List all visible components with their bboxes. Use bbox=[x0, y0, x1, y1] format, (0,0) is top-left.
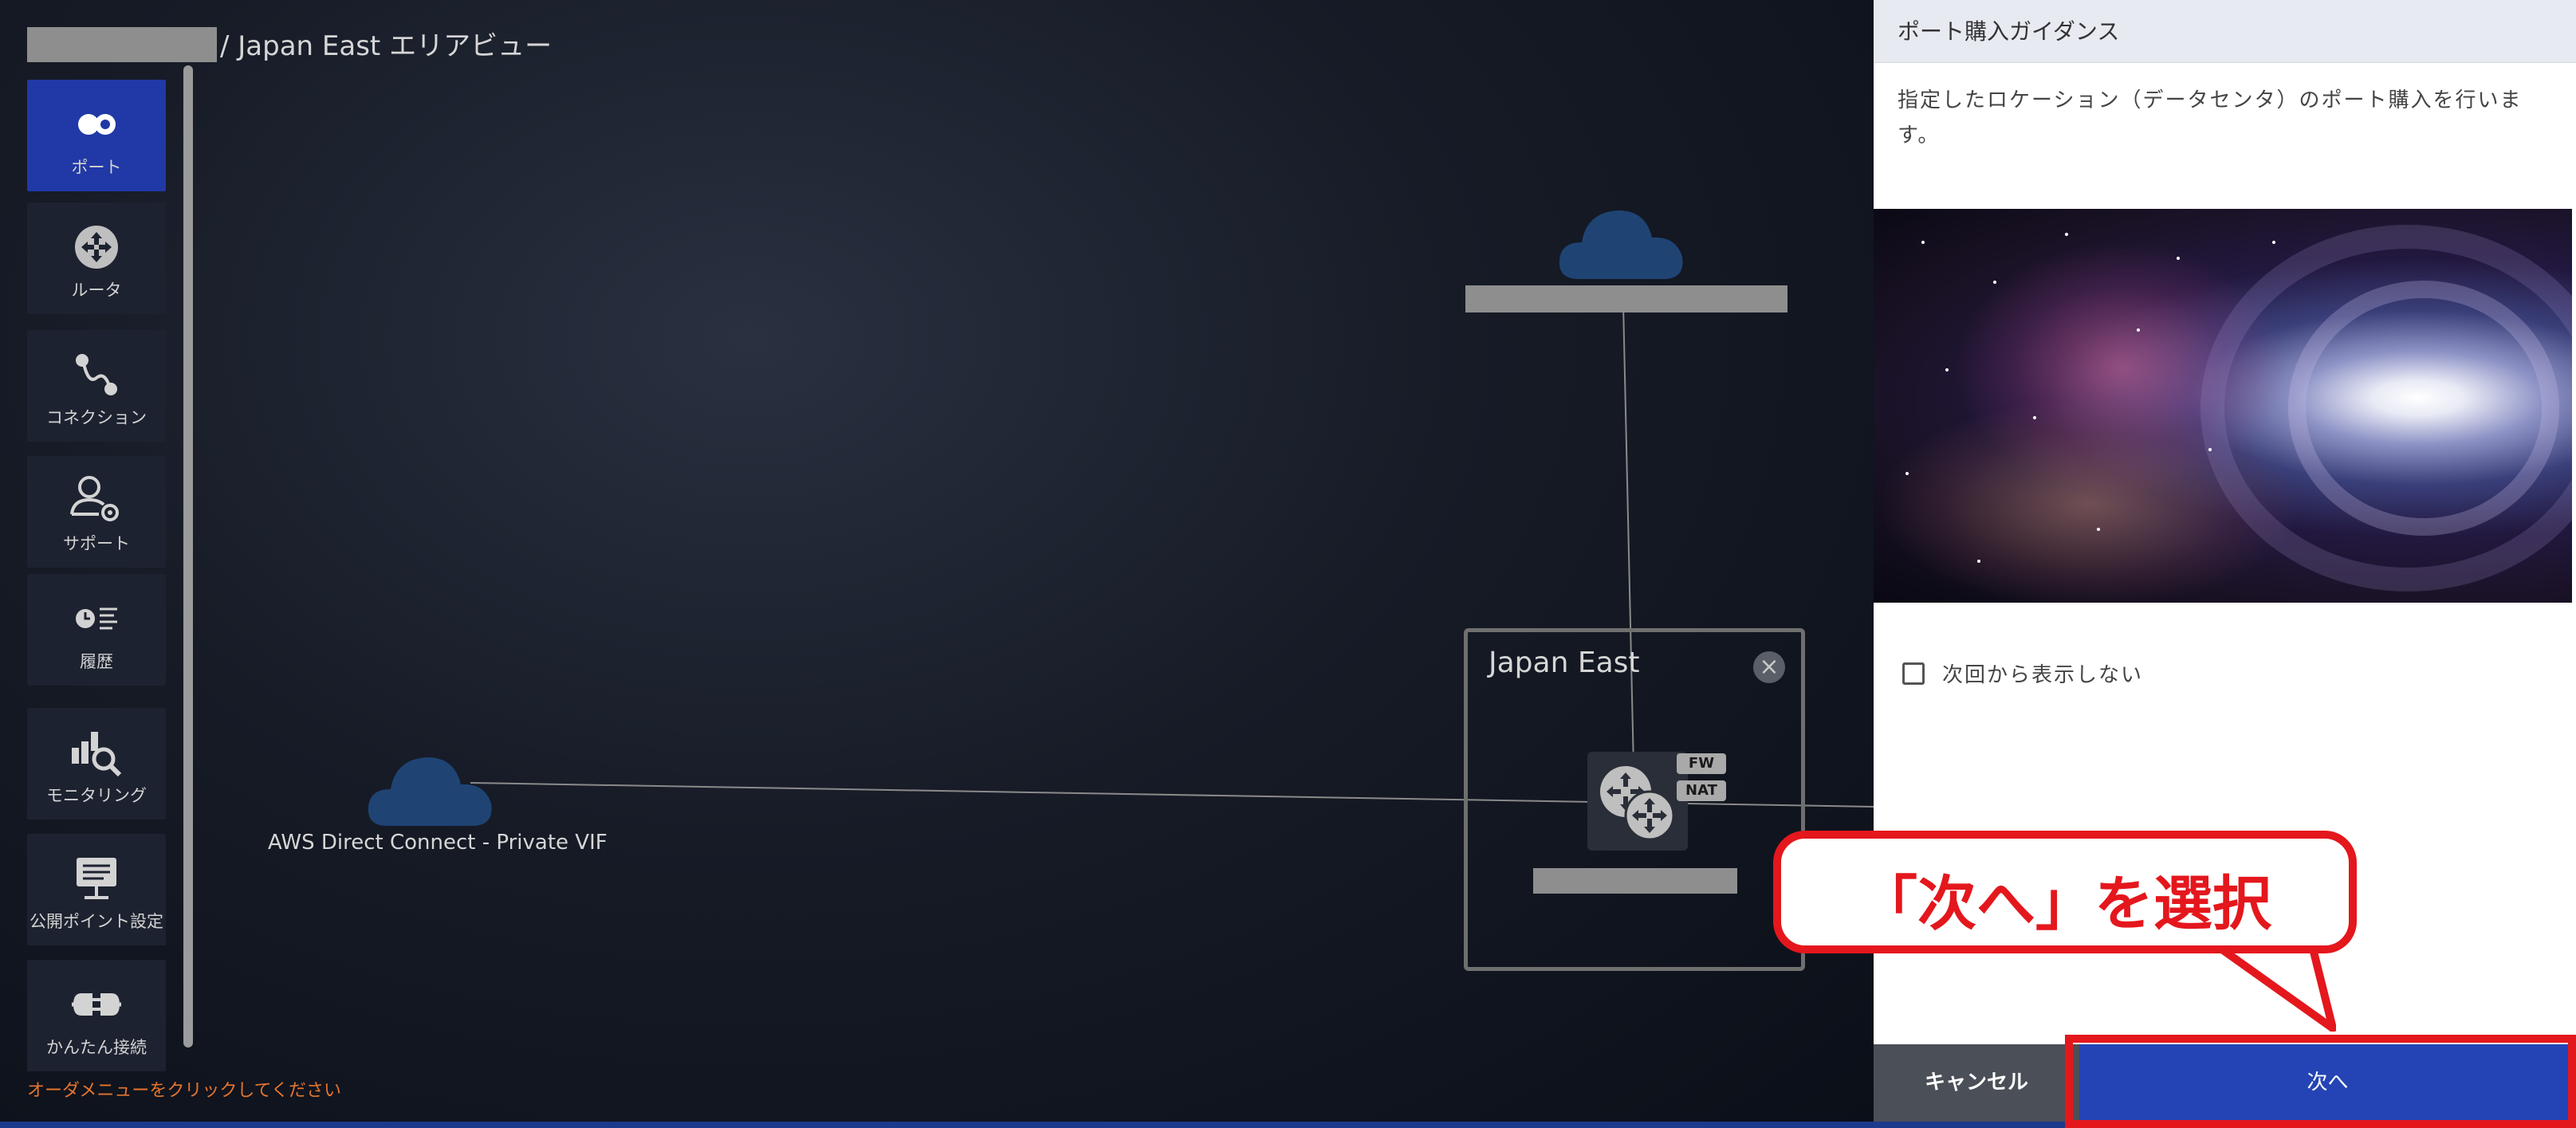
dont-show-again-row[interactable]: 次回から表示しない bbox=[1902, 658, 2143, 688]
panel-description: 指定したロケーション（データセンタ）のポート購入を行います。 bbox=[1898, 88, 2523, 147]
cloud-node-icon[interactable] bbox=[1556, 193, 1687, 284]
dont-show-again-label: 次回から表示しない bbox=[1942, 663, 2144, 687]
cancel-button[interactable]: キャンセル bbox=[1874, 1044, 2079, 1122]
dont-show-again-checkbox[interactable] bbox=[1902, 662, 1925, 685]
fw-tag: FW bbox=[1677, 753, 1726, 774]
panel-header: ポート購入ガイダンス bbox=[1874, 0, 2576, 63]
router-icon bbox=[1600, 766, 1675, 841]
close-icon[interactable]: × bbox=[1753, 651, 1785, 683]
nat-tag: NAT bbox=[1677, 780, 1726, 801]
guidance-image bbox=[1874, 209, 2572, 603]
instruction-callout: 「次へ」を選択 bbox=[1773, 831, 2357, 953]
callout-tail bbox=[2216, 945, 2336, 1032]
router-label-redacted bbox=[1533, 868, 1737, 894]
area-view-canvas[interactable]: / Japan East エリアビュー ポート ルータ コネクション サポート … bbox=[0, 0, 1874, 1128]
region-japan-east[interactable]: Japan East × FW NAT bbox=[1464, 628, 1805, 971]
router-node[interactable] bbox=[1587, 752, 1688, 851]
region-title: Japan East bbox=[1489, 647, 1640, 679]
aws-node-label: AWS Direct Connect - Private VIF bbox=[268, 831, 608, 855]
next-button-highlight bbox=[2065, 1035, 2576, 1128]
panel-title: ポート購入ガイダンス bbox=[1898, 18, 2120, 45]
cloud-node-label-redacted bbox=[1465, 285, 1787, 312]
aws-cloud-icon[interactable] bbox=[365, 740, 496, 831]
callout-text: 「次へ」を選択 bbox=[1858, 870, 2271, 938]
